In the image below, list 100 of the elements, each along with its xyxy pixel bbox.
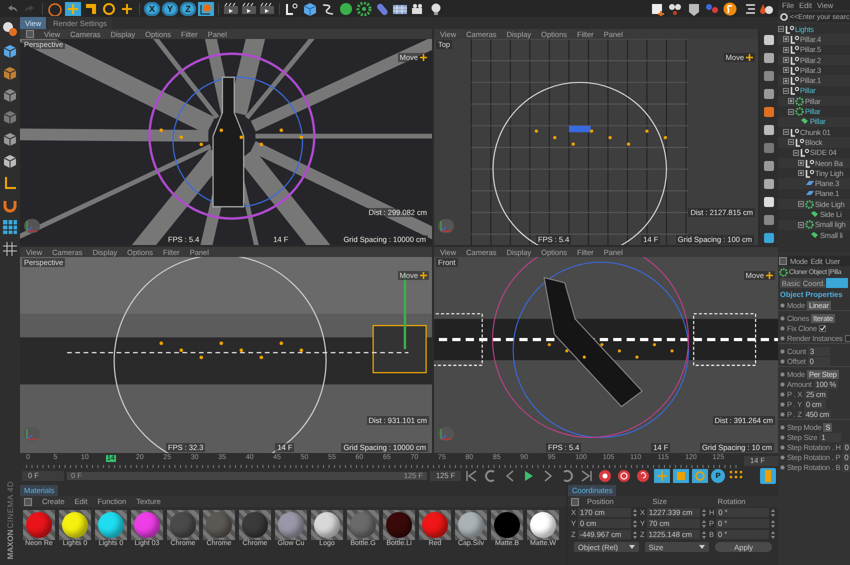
tool-icon[interactable] bbox=[762, 105, 776, 119]
expand-icon[interactable] bbox=[798, 170, 804, 176]
plus-icon[interactable] bbox=[119, 2, 135, 16]
expand-icon[interactable] bbox=[783, 67, 789, 74]
cube-icon[interactable] bbox=[2, 43, 18, 59]
spinner-icon bbox=[771, 508, 775, 516]
search-icon bbox=[780, 13, 788, 21]
animate-dot-icon[interactable] bbox=[780, 382, 785, 386]
expand-icon[interactable] bbox=[788, 98, 794, 104]
tool-icon[interactable] bbox=[762, 51, 776, 65]
collapse-icon[interactable] bbox=[788, 139, 794, 146]
grid-lock-icon[interactable] bbox=[2, 219, 18, 235]
cube-icon[interactable] bbox=[2, 131, 18, 147]
spline-icon[interactable] bbox=[320, 2, 336, 16]
film-strip-icon[interactable] bbox=[760, 468, 776, 484]
null-object-icon bbox=[790, 76, 799, 86]
render-sphere-icon[interactable] bbox=[2, 21, 18, 37]
axis-lock-button[interactable]: Z bbox=[180, 2, 196, 16]
record-icon[interactable] bbox=[597, 468, 614, 482]
animate-dot-icon[interactable] bbox=[780, 316, 785, 321]
collapse-icon[interactable] bbox=[788, 108, 794, 115]
cube-icon[interactable] bbox=[2, 87, 18, 103]
axis-lock-button[interactable]: Y bbox=[162, 2, 178, 16]
expand-icon[interactable] bbox=[783, 46, 789, 53]
s-circle-icon[interactable] bbox=[722, 2, 738, 16]
rotate-icon[interactable] bbox=[101, 2, 117, 16]
animate-dot-icon[interactable] bbox=[780, 326, 785, 330]
tool-icon[interactable] bbox=[762, 87, 776, 101]
spinner-icon bbox=[771, 530, 775, 538]
animate-dot-icon[interactable] bbox=[780, 402, 785, 406]
animate-dot-icon[interactable] bbox=[780, 454, 785, 460]
animate-dot-icon[interactable] bbox=[780, 349, 785, 354]
animate-dot-icon[interactable] bbox=[780, 302, 785, 308]
clapperboard-icon[interactable] bbox=[259, 2, 275, 16]
drop-icon[interactable] bbox=[758, 2, 774, 16]
move-key-icon[interactable] bbox=[654, 468, 670, 482]
animate-dot-icon[interactable] bbox=[780, 434, 785, 440]
eyes-icon[interactable] bbox=[668, 2, 684, 16]
animate-dot-icon[interactable] bbox=[780, 412, 785, 416]
animate-dot-icon[interactable] bbox=[780, 358, 785, 364]
tool-icon[interactable] bbox=[762, 123, 776, 137]
cube-icon[interactable] bbox=[2, 109, 18, 125]
move-icon bbox=[766, 272, 773, 279]
tool-icon[interactable] bbox=[762, 33, 776, 47]
expand-icon[interactable] bbox=[783, 78, 789, 84]
spinner-icon bbox=[702, 520, 706, 528]
tool-icon[interactable] bbox=[762, 159, 776, 173]
molecule-icon[interactable] bbox=[704, 2, 720, 16]
grid-icon[interactable] bbox=[2, 241, 18, 257]
tool-icon[interactable] bbox=[762, 195, 776, 209]
null-object-icon bbox=[795, 138, 804, 147]
product-name: CINEMA 4D bbox=[6, 480, 14, 528]
expand-icon[interactable] bbox=[783, 36, 789, 42]
expand-icon[interactable] bbox=[798, 160, 804, 166]
scale-key-icon[interactable] bbox=[673, 468, 690, 482]
render-view-icon[interactable] bbox=[762, 231, 776, 245]
collapse-icon[interactable] bbox=[783, 129, 789, 136]
clapperboard-icon[interactable] bbox=[223, 2, 239, 16]
caret-icon bbox=[699, 545, 706, 549]
clapperboard-icon[interactable] bbox=[241, 2, 257, 16]
collapse-icon[interactable] bbox=[778, 26, 784, 32]
axis-icon bbox=[24, 219, 40, 233]
animate-dot-icon[interactable] bbox=[780, 464, 785, 470]
corner-icon[interactable] bbox=[2, 175, 18, 191]
panel-icon[interactable] bbox=[24, 498, 32, 506]
collapse-icon[interactable] bbox=[793, 150, 799, 156]
animate-dot-icon[interactable] bbox=[780, 444, 785, 450]
deformer-icon[interactable] bbox=[650, 2, 666, 16]
animate-dot-icon[interactable] bbox=[780, 392, 785, 396]
cube-icon[interactable] bbox=[2, 153, 18, 169]
sphere-icon[interactable] bbox=[338, 2, 354, 16]
cube-icon[interactable] bbox=[302, 2, 318, 16]
checkbox[interactable] bbox=[844, 334, 850, 342]
cube-icon[interactable] bbox=[2, 65, 18, 81]
expand-icon[interactable] bbox=[783, 57, 789, 64]
collapse-icon[interactable] bbox=[783, 88, 789, 94]
animate-dot-icon[interactable] bbox=[780, 372, 785, 377]
null-object-icon bbox=[785, 24, 794, 34]
panel-icon[interactable] bbox=[571, 498, 579, 506]
animate-dot-icon[interactable] bbox=[780, 425, 785, 430]
collapse-icon[interactable] bbox=[798, 222, 804, 228]
null-object-icon[interactable] bbox=[284, 2, 300, 16]
record-icon[interactable] bbox=[616, 468, 632, 482]
tool-icon[interactable] bbox=[762, 177, 776, 191]
collapse-icon[interactable] bbox=[798, 201, 804, 208]
move-icon[interactable] bbox=[65, 2, 81, 16]
light-tag-icon bbox=[800, 117, 809, 126]
gear-icon[interactable] bbox=[356, 2, 372, 16]
checkbox[interactable] bbox=[818, 324, 826, 332]
spinner-icon bbox=[702, 530, 706, 538]
null-object-icon bbox=[790, 128, 799, 137]
tab[interactable] bbox=[826, 278, 848, 288]
cursor-icon[interactable] bbox=[47, 2, 63, 16]
null-object-icon bbox=[805, 168, 814, 178]
rotate-key-icon[interactable] bbox=[692, 468, 708, 482]
scale-icon[interactable] bbox=[83, 2, 99, 16]
cloner-icon bbox=[779, 268, 788, 276]
null-object-icon bbox=[790, 34, 799, 44]
axis-lock-button[interactable]: X bbox=[144, 2, 160, 16]
animate-dot-icon[interactable] bbox=[780, 336, 785, 340]
